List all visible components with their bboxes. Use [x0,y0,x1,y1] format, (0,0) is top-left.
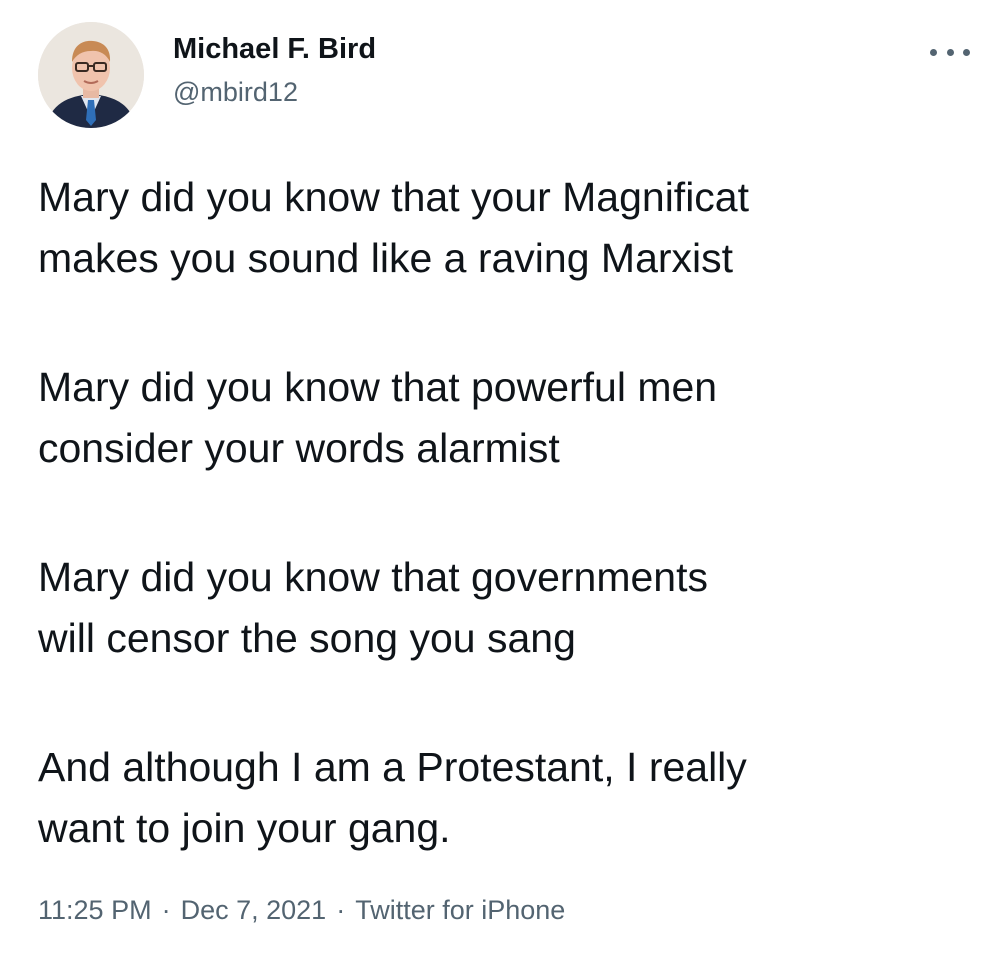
tweet-line: Mary did you know that governments [38,554,708,600]
meta-separator: · [161,895,171,925]
tweet-paragraph: Mary did you know that governments will … [38,547,973,669]
tweet-date[interactable]: Dec 7, 2021 [181,895,327,925]
avatar[interactable] [38,22,144,128]
avatar-image [38,22,144,128]
more-horizontal-icon [963,48,970,56]
tweet-time[interactable]: 11:25 PM [38,895,152,925]
tweet-line: Mary did you know that powerful men [38,364,718,410]
tweet-line: want to join your gang. [38,805,451,851]
tweet-line: will censor the song you sang [38,615,576,661]
author-name[interactable]: Michael F. Bird [173,32,376,66]
tweet-paragraph: Mary did you know that powerful men cons… [38,357,973,479]
tweet-line: Mary did you know that your Magnificat [38,174,749,220]
more-horizontal-icon [946,48,954,56]
meta-separator: · [336,895,346,925]
tweet-paragraph: And although I am a Protestant, I really… [38,737,973,859]
more-horizontal-icon [930,48,937,56]
tweet-source[interactable]: Twitter for iPhone [355,895,565,925]
tweet-line: consider your words alarmist [38,425,560,471]
tweet-header: Michael F. Bird @mbird12 [38,22,970,130]
tweet: Michael F. Bird @mbird12 Mary did you kn… [0,0,1000,965]
tweet-paragraph: Mary did you know that your Magnificat m… [38,167,973,289]
tweet-line: And although I am a Protestant, I really [38,744,747,790]
tweet-line: makes you sound like a raving Marxist [38,235,734,281]
tweet-meta: 11:25 PM · Dec 7, 2021 · Twitter for iPhone [38,893,565,927]
more-options-button[interactable] [930,42,970,62]
author-handle[interactable]: @mbird12 [173,75,376,109]
tweet-text: Mary did you know that your Magnificat m… [38,167,973,859]
author-info: Michael F. Bird @mbird12 [173,32,376,109]
